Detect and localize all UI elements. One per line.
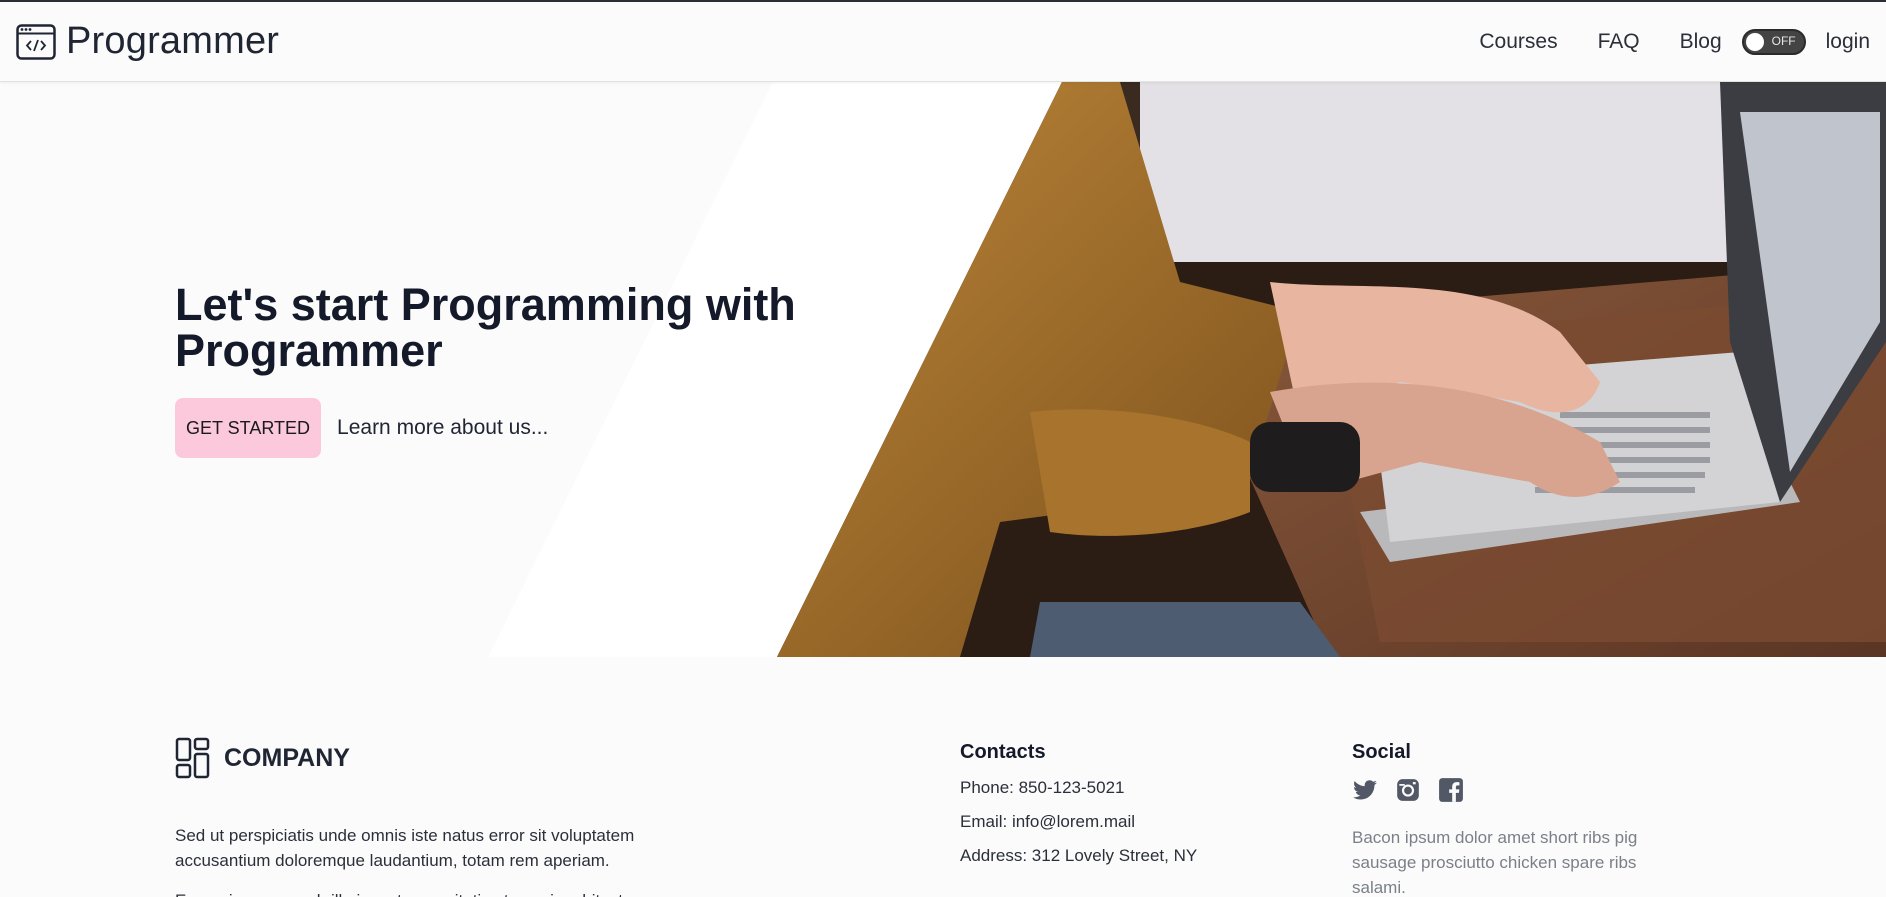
- code-window-icon: [16, 23, 56, 60]
- nav-blog[interactable]: Blog: [1680, 30, 1722, 54]
- get-started-button[interactable]: GET STARTED: [175, 398, 322, 458]
- nav-faq[interactable]: FAQ: [1598, 30, 1640, 54]
- hero-title: Let's start Programming with Programmer: [175, 282, 815, 374]
- hero-actions: GET STARTED Learn more about us...: [175, 398, 815, 458]
- dashboard-layout-icon: [175, 737, 211, 779]
- toggle-knob: [1745, 32, 1764, 51]
- social-column: Social Bacon ipsum dolor amet short ribs…: [1352, 741, 1682, 897]
- instagram-icon[interactable]: [1395, 777, 1421, 803]
- brand-name: Programmer: [66, 20, 280, 62]
- nav-login[interactable]: login: [1826, 30, 1870, 54]
- hero-section: Let's start Programming with Programmer …: [0, 82, 1886, 657]
- contact-phone: Phone: 850-123-5021: [960, 778, 1125, 797]
- company-name: COMPANY: [224, 743, 350, 772]
- dark-mode-toggle[interactable]: OFF: [1741, 28, 1806, 55]
- company-description-2: Eaque ipsa quae ab illo inventore verita…: [175, 888, 695, 897]
- contact-address: Address: 312 Lovely Street, NY: [960, 846, 1198, 865]
- site-footer: COMPANY Sed ut perspiciatis unde omnis i…: [0, 657, 1886, 897]
- contacts-heading: Contacts: [960, 741, 1046, 763]
- company-description: Sed ut perspiciatis unde omnis iste natu…: [175, 826, 635, 870]
- hero-content: Let's start Programming with Programmer …: [175, 282, 815, 458]
- twitter-icon[interactable]: [1352, 777, 1378, 803]
- contact-email: Email: info@lorem.mail: [960, 812, 1136, 831]
- brand-link[interactable]: Programmer: [16, 20, 279, 63]
- toggle-state-label: OFF: [1771, 33, 1796, 48]
- social-heading: Social: [1352, 741, 1411, 763]
- main-nav: Courses FAQ Blog OFF login: [1479, 28, 1870, 55]
- hero-title-line1: Let's start Programming with: [175, 279, 796, 330]
- facebook-icon[interactable]: [1438, 777, 1464, 803]
- hero-title-line2: Programmer: [175, 325, 443, 376]
- learn-more-link[interactable]: Learn more about us...: [337, 416, 548, 440]
- site-header: Programmer Courses FAQ Blog OFF login: [0, 2, 1886, 82]
- nav-courses[interactable]: Courses: [1479, 30, 1557, 54]
- contacts-column: Contacts Phone: 850-123-5021 Email: info…: [960, 741, 1197, 866]
- company-heading: COMPANY: [175, 737, 695, 779]
- social-description: Bacon ipsum dolor amet short ribs pig sa…: [1352, 828, 1638, 897]
- social-icons: [1352, 777, 1682, 803]
- company-column: COMPANY Sed ut perspiciatis unde omnis i…: [175, 737, 695, 897]
